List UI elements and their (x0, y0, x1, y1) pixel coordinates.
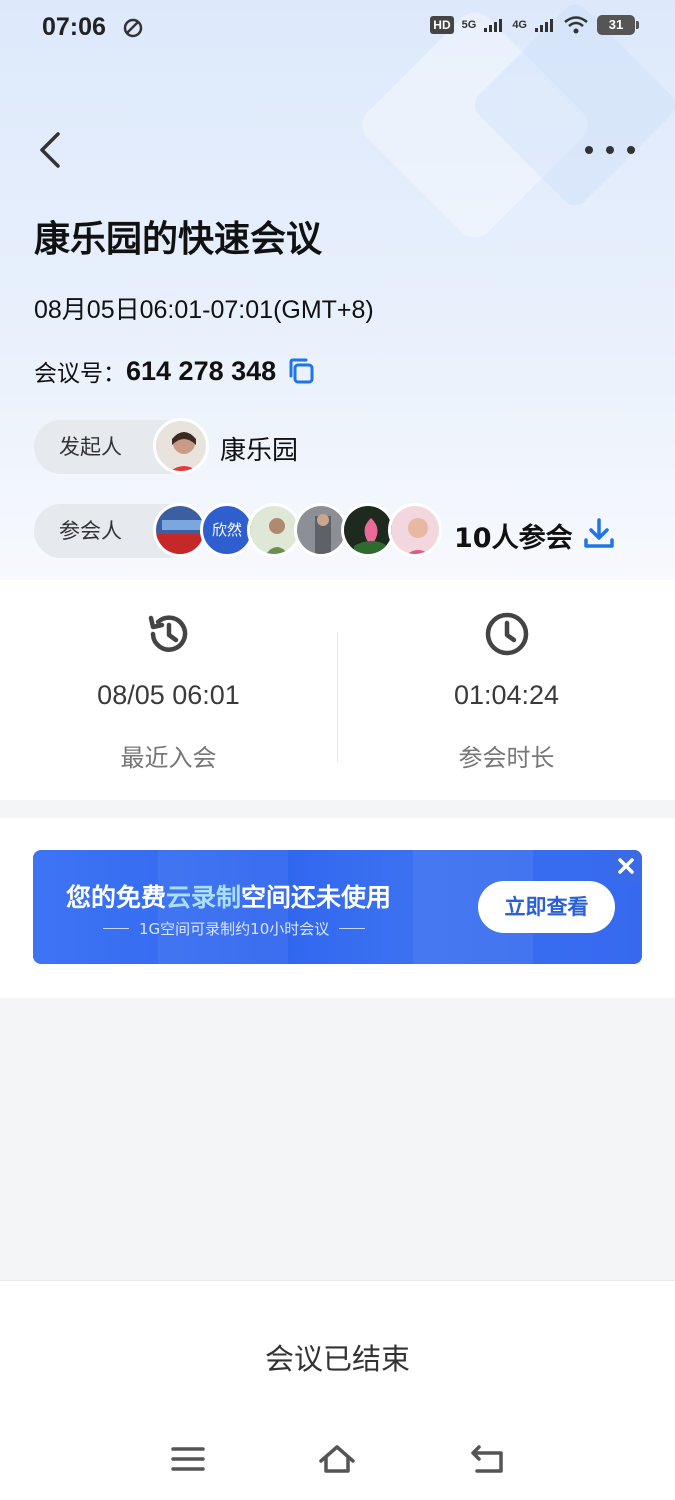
recent-join-label: 最近入会 (120, 744, 217, 772)
moon-icon (123, 18, 143, 38)
dot-icon (606, 146, 614, 154)
view-now-button[interactable]: 立即查看 (478, 881, 615, 933)
network-4g: 4G (512, 19, 527, 31)
banner-heading-suffix: 空间还未使用 (241, 883, 392, 912)
history-clock-icon (148, 615, 188, 652)
duration-value: 01:04:24 (453, 680, 560, 710)
participant-avatar[interactable] (153, 503, 207, 557)
banner-heading-prefix: 您的免费 (66, 883, 167, 912)
duration-label: 参会时长 (458, 744, 555, 772)
participant-avatar[interactable] (341, 503, 395, 557)
meeting-id-label: 会议号： (34, 361, 126, 387)
hd-badge: HD (430, 16, 454, 34)
dot-icon (585, 146, 593, 154)
stat-duration: 01:04:24 参会时长 (338, 580, 675, 800)
meeting-id-value: 614 278 348 (126, 355, 277, 386)
banner-subtext: 1G空间可录制约10小时会议 (139, 920, 330, 938)
close-icon (618, 858, 634, 874)
home-icon[interactable] (317, 1441, 357, 1477)
banner-heading: 您的免费云录制空间还未使用 (66, 878, 391, 914)
signal-icon (484, 19, 503, 32)
meeting-time-range: 08月05日06:01-07:01(GMT+8) (34, 296, 374, 324)
dot-icon (627, 146, 635, 154)
status-indicators: HD 5G 4G 31 (430, 15, 639, 35)
bottom-bar: 会议已结束 (0, 1280, 675, 1500)
menu-icon[interactable] (168, 1441, 208, 1477)
host-avatar[interactable] (153, 418, 209, 474)
line-decor (339, 928, 366, 929)
stat-recent-join: 08/05 06:01 最近入会 (0, 580, 337, 800)
host-name: 康乐园 (220, 436, 299, 466)
signal-icon (535, 19, 553, 32)
participant-avatar[interactable]: 欣然 (200, 503, 254, 557)
meeting-ended-status: 会议已结束 (264, 1342, 410, 1376)
wifi-icon (564, 16, 588, 34)
copy-icon[interactable] (286, 356, 316, 386)
status-bar: 07:06 HD 5G 4G 31 (0, 0, 675, 58)
participant-avatar[interactable] (388, 503, 442, 557)
status-time: 07:06 (42, 13, 106, 41)
meeting-id-row: 会议号： 614 278 348 (34, 354, 316, 388)
meeting-title: 康乐园的快速会议 (34, 219, 323, 260)
stats-panel: 08/05 06:01 最近入会 01:04:24 参会时长 (0, 580, 675, 800)
back-icon[interactable] (32, 128, 72, 172)
clock-icon (485, 612, 529, 656)
cloud-recording-banner[interactable]: 您的免费云录制空间还未使用 1G空间可录制约10小时会议 立即查看 (33, 850, 642, 964)
banner-subtext-row: 1G空间可录制约10小时会议 (103, 918, 366, 939)
participant-count: 10人参会 (454, 523, 573, 554)
more-options-button[interactable] (585, 135, 635, 165)
banner-close-button[interactable] (610, 850, 642, 882)
line-decor (103, 928, 129, 929)
network-5g: 5G (461, 19, 477, 31)
promo-section: 您的免费云录制空间还未使用 1G空间可录制约10小时会议 立即查看 (0, 818, 675, 998)
banner-heading-highlight: 云录制 (166, 883, 242, 912)
participant-avatar[interactable] (247, 503, 301, 557)
battery-indicator: 31 (597, 15, 639, 35)
participant-avatar[interactable] (294, 503, 348, 557)
download-icon[interactable] (582, 516, 616, 550)
back-nav-icon[interactable] (467, 1441, 507, 1477)
recent-join-value: 08/05 06:01 (97, 680, 240, 710)
